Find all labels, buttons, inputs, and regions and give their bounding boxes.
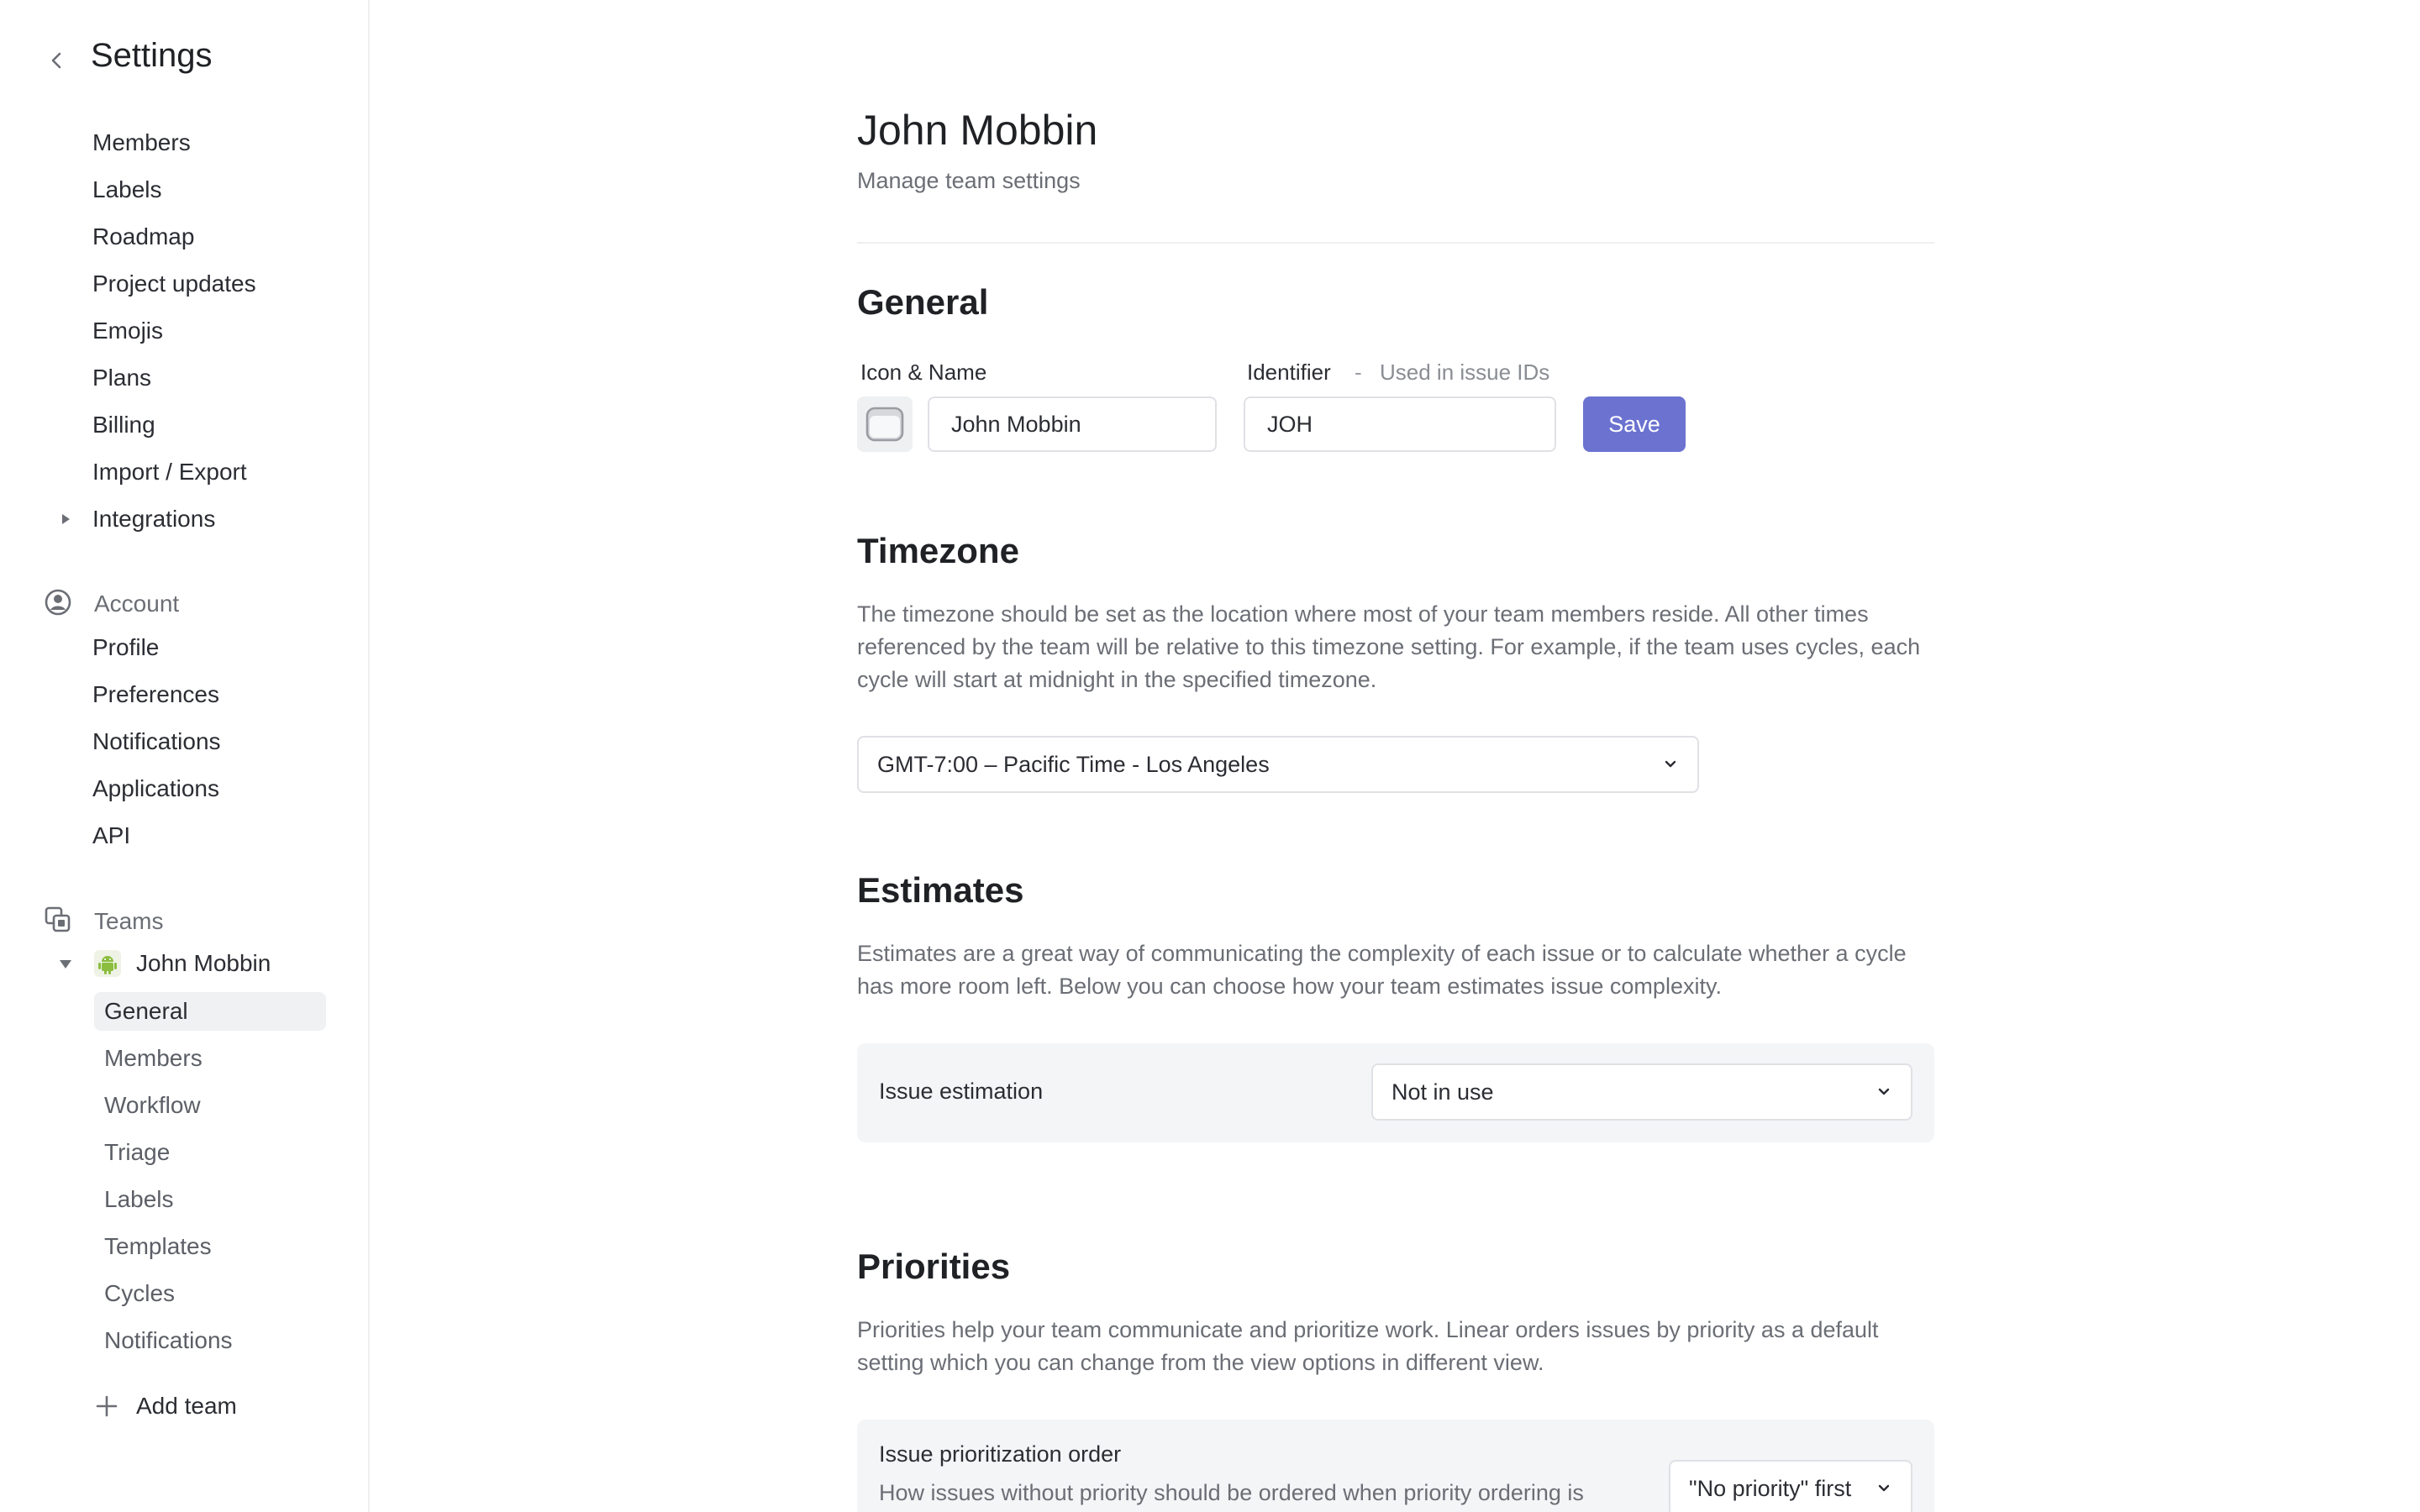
settings-app: Settings Members Labels Roadmap Project …: [0, 0, 2420, 1512]
section-priorities-heading: Priorities: [857, 1247, 1011, 1286]
estimates-description: Estimates are a great way of communicati…: [857, 941, 1907, 999]
sidebar-item-notifications[interactable]: Notifications: [92, 722, 221, 761]
sidebar-item-billing[interactable]: Billing: [92, 406, 155, 444]
caret-right-icon[interactable]: [57, 511, 74, 528]
sidebar-item-roadmap[interactable]: Roadmap: [92, 218, 194, 256]
sidebar-item-labels[interactable]: Labels: [92, 171, 162, 209]
section-general-heading: General: [857, 282, 989, 322]
sidebar-item-team-members[interactable]: Members: [104, 1039, 203, 1078]
issue-estimation-card: Issue estimation Not in use: [857, 1043, 1934, 1142]
chevron-down-icon: [1665, 760, 1676, 768]
sidebar-item-team-workflow[interactable]: Workflow: [104, 1086, 201, 1125]
sidebar-header: Settings: [0, 34, 370, 84]
sidebar-item-plans[interactable]: Plans: [92, 359, 151, 397]
chevron-down-icon: [1878, 1088, 1890, 1095]
sidebar-item-profile[interactable]: Profile: [92, 628, 159, 667]
team-icon-picker[interactable]: [857, 396, 913, 452]
timezone-description: The timezone should be set as the locati…: [857, 601, 1921, 692]
caret-down-icon[interactable]: [57, 956, 74, 973]
user-circle-icon: [45, 589, 71, 616]
page-subtitle: Manage team settings: [857, 168, 1081, 193]
team-android-icon: [94, 950, 121, 977]
sidebar-item-team-labels[interactable]: Labels: [104, 1180, 174, 1219]
sidebar-item-import-export[interactable]: Import / Export: [92, 453, 247, 491]
sidebar-item-team-triage[interactable]: Triage: [104, 1133, 170, 1172]
sidebar-item-applications[interactable]: Applications: [92, 769, 219, 808]
issue-estimation-label: Issue estimation: [879, 1079, 1044, 1104]
section-heading-account: Account: [94, 591, 180, 617]
sidebar-item-team-general[interactable]: General: [94, 992, 326, 1031]
chevron-down-icon: [1878, 1484, 1890, 1492]
identifier-hint: Used in issue IDs: [1380, 360, 1550, 385]
issue-prioritization-value: "No priority" first: [1689, 1476, 1852, 1501]
issue-estimation-value: Not in use: [1392, 1079, 1494, 1105]
sidebar-item-emojis[interactable]: Emojis: [92, 312, 163, 350]
team-name[interactable]: John Mobbin: [136, 944, 271, 983]
sidebar: Settings Members Labels Roadmap Project …: [0, 0, 370, 1512]
issue-prioritization-description: How issues without priority should be or…: [879, 1480, 1584, 1505]
section-timezone-heading: Timezone: [857, 531, 1019, 570]
window-icon: [865, 407, 904, 442]
add-team-button[interactable]: Add team: [136, 1387, 237, 1425]
section-estimates-heading: Estimates: [857, 870, 1024, 910]
issue-estimation-select[interactable]: Not in use: [1371, 1063, 1912, 1121]
sidebar-item-project-updates[interactable]: Project updates: [92, 265, 256, 303]
sidebar-item-api[interactable]: API: [92, 816, 130, 855]
sidebar-item-preferences[interactable]: Preferences: [92, 675, 219, 714]
issue-prioritization-card: Issue prioritization order How issues wi…: [857, 1420, 1934, 1512]
section-heading-teams: Teams: [94, 908, 164, 934]
sidebar-item-team-templates[interactable]: Templates: [104, 1227, 212, 1266]
divider: [857, 242, 1934, 244]
team-name-input[interactable]: [928, 396, 1217, 452]
main-content: John Mobbin Manage team settings General…: [857, 0, 1934, 1512]
timezone-select-value: GMT-7:00 – Pacific Time - Los Angeles: [877, 752, 1270, 777]
identifier-dash: -: [1355, 360, 1362, 385]
sidebar-title: Settings: [91, 37, 213, 74]
issue-prioritization-label: Issue prioritization order: [879, 1441, 1122, 1467]
sidebar-item-team-notifications[interactable]: Notifications: [104, 1321, 233, 1360]
priorities-description: Priorities help your team communicate an…: [857, 1317, 1879, 1375]
identifier-label: Identifier: [1247, 360, 1331, 385]
issue-prioritization-select[interactable]: "No priority" first: [1669, 1460, 1912, 1512]
plus-icon[interactable]: [94, 1394, 119, 1419]
teams-icon: [45, 906, 71, 932]
identifier-input[interactable]: [1244, 396, 1556, 452]
sidebar-item-team-cycles[interactable]: Cycles: [104, 1274, 175, 1313]
sidebar-item-integrations[interactable]: Integrations: [92, 500, 215, 538]
sidebar-item-members[interactable]: Members: [92, 123, 191, 162]
icon-name-label: Icon & Name: [860, 360, 987, 385]
save-button[interactable]: Save: [1583, 396, 1686, 452]
page-title: John Mobbin: [857, 107, 1098, 154]
chevron-left-icon[interactable]: [45, 49, 69, 72]
timezone-select[interactable]: GMT-7:00 – Pacific Time - Los Angeles: [857, 736, 1699, 793]
